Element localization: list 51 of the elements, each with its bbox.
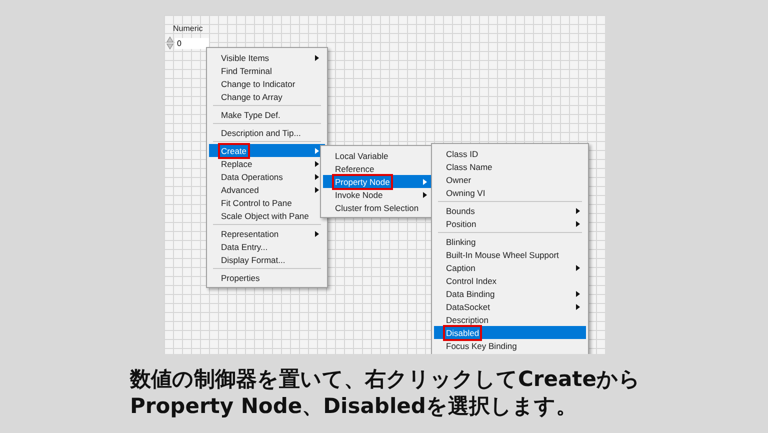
submenu-arrow-icon [576,220,580,226]
menu-item[interactable]: Owner [434,173,586,186]
submenu-arrow-icon [576,208,580,214]
menu-item[interactable]: Replace [209,157,325,170]
menu-item[interactable]: Description and Tip... [209,126,325,139]
numeric-control-field[interactable]: 0 [175,38,209,48]
submenu-arrow-icon [423,178,427,184]
menu-item[interactable]: Owning VI [434,186,586,199]
control-label: Numeric [173,24,203,33]
menu-item[interactable]: Cluster from Selection [323,201,433,214]
menu-item[interactable]: Change to Indicator [209,77,325,90]
submenu-arrow-icon [315,186,319,192]
submenu-arrow-icon [315,54,319,60]
menu-item[interactable]: Data Operations [209,170,325,183]
menu-item[interactable]: Representation [209,227,325,240]
menu-item[interactable]: Bounds [434,204,586,217]
menu-item[interactable]: Reference [323,162,433,175]
menu-item[interactable]: Position [434,217,586,230]
menu-item[interactable]: Control Index [434,274,586,287]
menu-item[interactable]: Class Name [434,160,586,173]
submenu-arrow-icon [315,160,319,166]
submenu-arrow-icon [315,148,319,154]
menu-item[interactable]: Caption [434,261,586,274]
submenu-arrow-icon [315,174,319,180]
submenu-arrow-icon [576,290,580,296]
increment-decrement-icon[interactable] [166,36,174,50]
menu-item[interactable]: Disabled [434,326,586,339]
menu-item[interactable]: Property Node [323,175,433,188]
menu-item[interactable]: Invoke Node [323,188,433,201]
menu-item[interactable]: Create [209,144,325,157]
submenu-arrow-icon [576,304,580,310]
menu-item[interactable]: Visible Items [209,51,325,64]
submenu-arrow-icon [576,264,580,270]
menu-item[interactable]: Class ID [434,147,586,160]
menu-item[interactable]: DataSocket [434,300,586,313]
submenu-arrow-icon [315,230,319,236]
menu-item[interactable]: Display Format... [209,253,325,266]
submenu-arrow-icon [423,192,427,198]
menu-item[interactable]: Advanced [209,183,325,196]
menu-item[interactable]: Blinking [434,235,586,248]
menu-item[interactable]: Find Terminal [209,64,325,77]
menu-item[interactable]: Built-In Mouse Wheel Support [434,248,586,261]
menu-item[interactable]: Focus Key Binding [434,339,586,352]
menu-item[interactable]: Properties [209,271,325,284]
menu-item[interactable]: Description [434,313,586,326]
menu-item[interactable]: Change to Array [209,90,325,103]
menu-item[interactable]: Make Type Def. [209,108,325,121]
menu-item[interactable]: Data Binding [434,287,586,300]
menu-item[interactable]: Local Variable [323,149,433,162]
menu-item[interactable]: Data Entry... [209,240,325,253]
caption-text: 数値の制御器を置いて、右クリックしてCreateから Property Node、Disabledを選択します。 [130,366,642,420]
